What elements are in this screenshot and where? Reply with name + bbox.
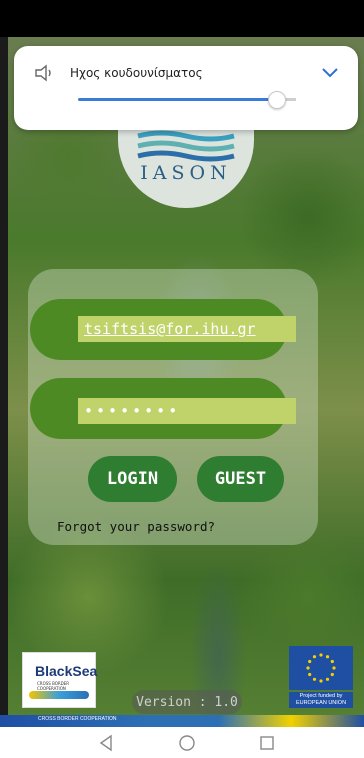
chevron-down-icon[interactable]	[320, 64, 340, 80]
volume-label: Ηχος κουδουνίσματος	[70, 66, 203, 80]
eu-stars-icon	[306, 653, 336, 683]
system-nav-bar	[0, 727, 364, 758]
email-input[interactable]	[78, 316, 296, 342]
home-circle-icon[interactable]	[177, 733, 197, 753]
version-label: Version : 1.0	[132, 690, 242, 714]
speaker-icon[interactable]	[34, 64, 56, 82]
eu-flag-icon	[289, 646, 353, 690]
blacksea-logo-subtitle: CROSS BORDER COOPERATION	[37, 681, 70, 691]
back-triangle-icon[interactable]	[96, 733, 116, 753]
password-input[interactable]	[78, 398, 296, 424]
guest-button[interactable]: GUEST	[197, 456, 284, 502]
waves-icon	[137, 130, 235, 162]
volume-slider-track[interactable]	[78, 98, 290, 101]
login-button[interactable]: LOGIN	[88, 456, 177, 502]
program-banner-text: CROSS BORDER COOPERATION	[38, 716, 117, 722]
forgot-password-link[interactable]: Forgot your password?	[57, 519, 215, 534]
volume-panel: Ηχος κουδουνίσματος	[14, 46, 358, 130]
recents-square-icon[interactable]	[257, 733, 277, 753]
blacksea-logo: BlackSea CROSS BORDER COOPERATION	[22, 652, 98, 708]
eu-caption: Project funded by EUROPEAN UNION	[289, 692, 353, 708]
logo-text: IASON	[140, 162, 232, 184]
eu-logo: Project funded by EUROPEAN UNION	[289, 646, 353, 708]
blacksea-wave-icon	[29, 691, 89, 699]
app-screen: IASON Ηχος κουδουνίσματος LOGIN GUEST Fo…	[0, 0, 364, 758]
volume-slider-thumb[interactable]	[268, 91, 286, 109]
status-bar	[0, 0, 364, 37]
blacksea-logo-text: BlackSea	[35, 663, 98, 679]
left-edge	[0, 37, 8, 715]
